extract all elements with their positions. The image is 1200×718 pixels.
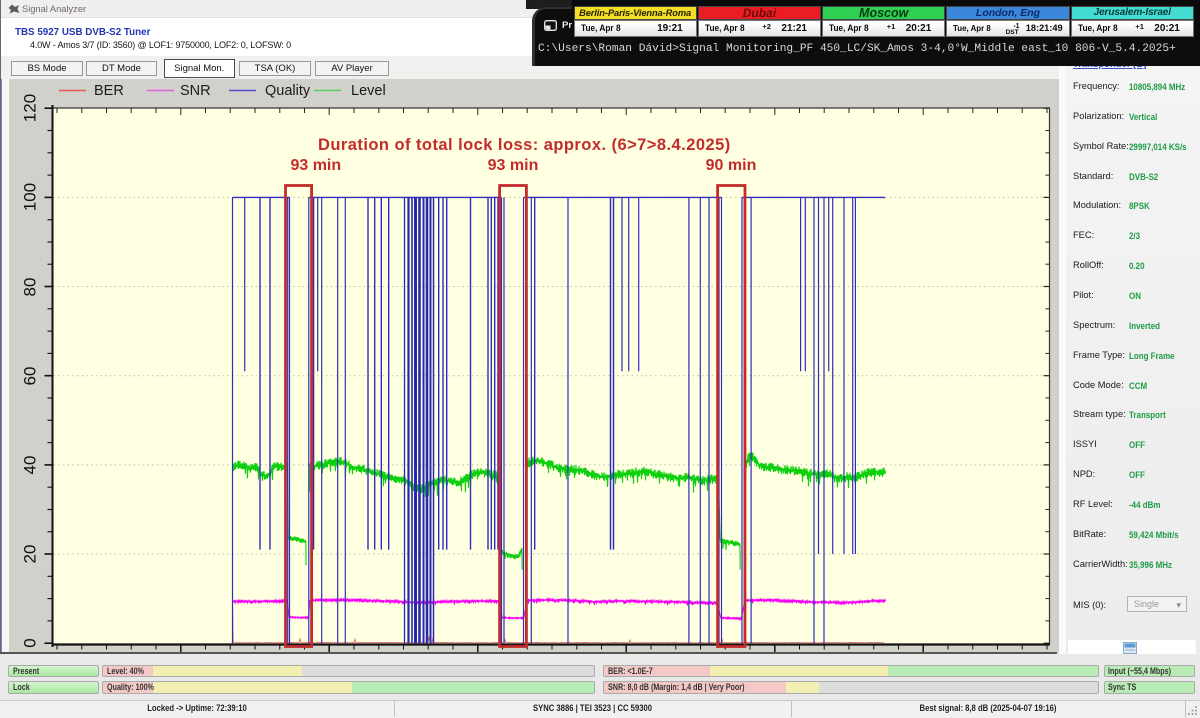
- svg-text:BER: BER: [94, 83, 124, 99]
- svg-text:Quality: Quality: [265, 83, 311, 99]
- svg-text:90 min: 90 min: [706, 157, 757, 174]
- svg-text:40: 40: [21, 456, 40, 475]
- svg-text:100: 100: [21, 183, 40, 211]
- svg-text:80: 80: [21, 278, 40, 297]
- svg-text:93 min: 93 min: [488, 157, 539, 174]
- svg-text:Duration of total lock loss: a: Duration of total lock loss: approx. (6>…: [318, 136, 731, 154]
- svg-text:120: 120: [21, 94, 40, 122]
- svg-text:93 min: 93 min: [290, 157, 341, 174]
- svg-text:60: 60: [21, 367, 40, 386]
- svg-text:20: 20: [21, 545, 40, 564]
- svg-text:0: 0: [21, 638, 40, 647]
- svg-text:Level: Level: [351, 83, 386, 99]
- svg-text:SNR: SNR: [180, 83, 211, 99]
